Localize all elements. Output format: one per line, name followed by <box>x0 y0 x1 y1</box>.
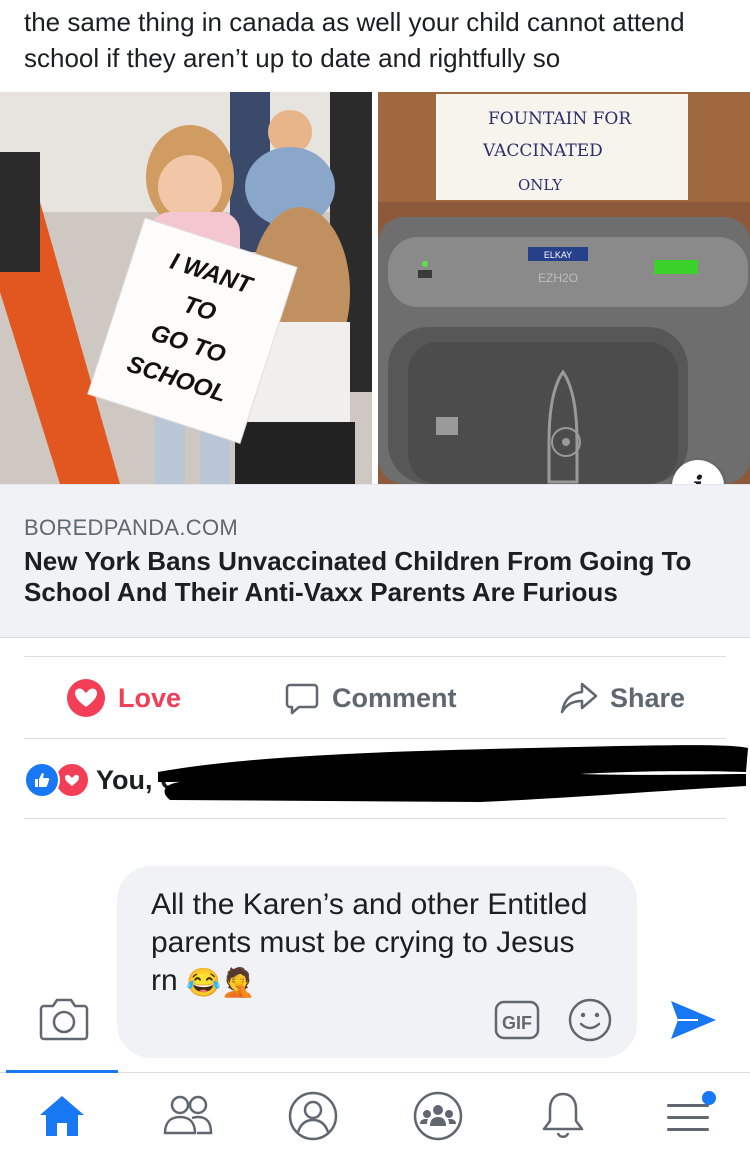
tab-friends[interactable] <box>160 1088 216 1144</box>
profile-icon <box>288 1091 338 1141</box>
link-domain: BOREDPANDA.COM <box>24 515 239 540</box>
bell-icon <box>542 1092 584 1138</box>
friends-icon <box>163 1095 213 1135</box>
smiley-icon <box>568 998 612 1042</box>
love-label: Love <box>118 682 182 713</box>
tab-menu[interactable] <box>662 1088 718 1144</box>
divider <box>24 656 726 657</box>
tab-profile[interactable] <box>285 1088 341 1144</box>
like-reaction-icon <box>24 762 60 798</box>
note-line-1: FOUNTAIN FOR <box>488 109 632 129</box>
share-label: Share <box>610 682 686 713</box>
comment-bubble[interactable]: All the Karen’s and other Entitled paren… <box>117 866 637 1058</box>
camera-button[interactable] <box>38 996 90 1047</box>
groups-icon <box>413 1091 463 1141</box>
active-tab-indicator <box>6 1070 118 1073</box>
link-title: New York Bans Unvaccinated Children From… <box>24 546 692 607</box>
send-button[interactable] <box>668 998 718 1047</box>
tab-home[interactable] <box>34 1088 90 1144</box>
fountain-brand: ELKAY <box>544 250 572 260</box>
send-icon <box>671 1001 716 1039</box>
notification-dot <box>702 1091 716 1105</box>
love-button[interactable]: Love <box>66 676 181 720</box>
comment-button[interactable]: Comment <box>284 676 457 720</box>
share-arrow-icon <box>560 682 598 714</box>
comment-label: Comment <box>332 682 457 713</box>
comment-emojis: 😂🤦 <box>186 967 256 998</box>
fountain-model: EZH2O <box>538 271 578 285</box>
gif-label: GIF <box>502 1013 532 1033</box>
camera-icon <box>39 998 89 1041</box>
comment-text: All the Karen’s and other Entitled paren… <box>151 886 591 1002</box>
post-caption: the same thing in canada as well your ch… <box>24 7 685 73</box>
note-line-3: ONLY <box>518 176 563 194</box>
divider <box>24 738 726 739</box>
divider <box>24 818 726 819</box>
menu-icon <box>667 1091 716 1131</box>
redaction-scribble <box>158 745 748 802</box>
photo-water-fountain[interactable]: FOUNTAIN FOR VACCINATED ONLY ELKAY EZH2O <box>378 92 750 484</box>
share-button[interactable]: Share <box>560 676 685 720</box>
gif-button[interactable]: GIF <box>494 998 542 1047</box>
tab-notifications[interactable] <box>535 1088 591 1144</box>
emoji-button[interactable] <box>566 996 614 1049</box>
home-icon <box>40 1096 84 1136</box>
love-icon <box>67 679 105 717</box>
note-line-2: VACCINATED <box>482 141 603 161</box>
photo-child-with-sign[interactable]: I WANT TO GO TO SCHOOL <box>0 92 372 484</box>
link-preview[interactable]: BOREDPANDA.COM New York Bans Unvaccinate… <box>0 484 750 638</box>
tab-groups[interactable] <box>410 1088 466 1144</box>
comment-icon <box>285 683 319 715</box>
